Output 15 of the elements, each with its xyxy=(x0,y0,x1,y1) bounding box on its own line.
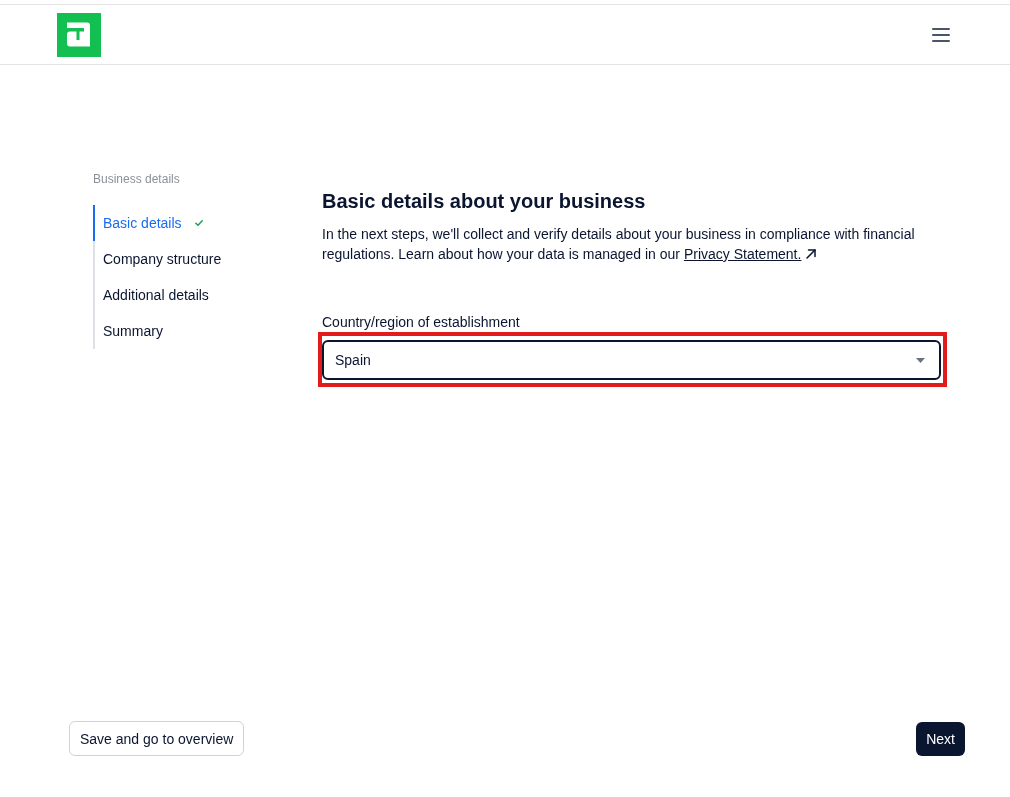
page-title: Basic details about your business xyxy=(322,189,647,213)
caret-icon xyxy=(916,357,925,363)
external-link-icon xyxy=(806,249,817,259)
menu-icon[interactable] xyxy=(932,27,950,42)
next-button[interactable]: Next xyxy=(916,722,965,756)
section-heading: Business details xyxy=(93,171,181,187)
sidebar-step[interactable]: Additional details xyxy=(93,277,322,313)
field-label: Country/region of establishment xyxy=(322,313,521,332)
country-select[interactable]: Spain xyxy=(322,340,941,380)
sidebar-step[interactable]: Company structure xyxy=(93,241,322,277)
intro-paragraph: In the next steps, we'll collect and verify details about your business in compliance with financial regulations. Learn about how your data is managed in our Privacy Statement. xyxy=(322,225,916,264)
sidebar-step[interactable]: Summary xyxy=(93,313,322,349)
sidebar-step[interactable]: Basic details xyxy=(93,205,322,241)
privacy-link[interactable]: Privacy Statement. xyxy=(683,246,817,262)
save-overview-button[interactable]: Save and go to overview xyxy=(69,721,245,756)
